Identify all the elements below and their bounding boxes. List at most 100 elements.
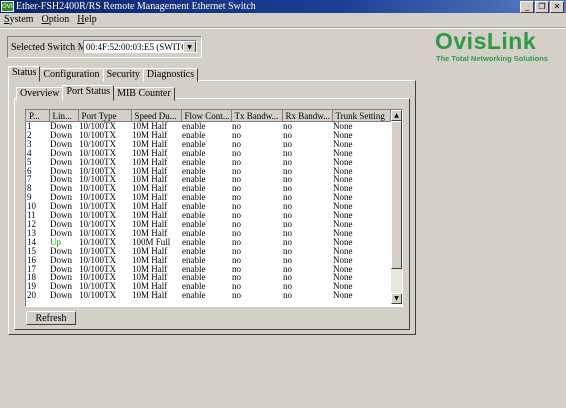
table-cell: 8 [27,184,32,194]
minimize-button[interactable]: _ [520,1,534,13]
table-cell: 10/100TX [79,184,116,194]
tab-configuration[interactable]: Configuration [39,68,104,82]
table-cell: enable [182,175,206,185]
table-row[interactable]: 17 Down 10/100TX 10M Half enable no no None [26,265,390,274]
table-cell: 10/100TX [79,264,116,274]
table-cell: Down [50,264,72,274]
col-port[interactable]: P... [26,110,50,122]
table-row[interactable]: 18 Down 10/100TX 10M Half enable no no None [26,273,390,282]
chevron-down-icon[interactable]: ▼ [183,41,196,52]
col-trunk-setting[interactable]: Trunk Setting [332,110,391,122]
tab-overview[interactable]: Overview [16,87,64,101]
table-cell: no [232,202,241,212]
table-cell: 10M Half [132,166,168,176]
table-cell: no [283,121,292,131]
table-cell: 10M Half [132,148,168,158]
table-cell: no [232,255,241,265]
table-row[interactable]: 6 Down 10/100TX 10M Half enable no no None [26,167,390,176]
tab-port-status[interactable]: Port Status [62,85,115,101]
mac-select[interactable]: 00:4F:52:00:03:E5 (SWITCH ▼ [83,40,197,53]
table-row[interactable]: 2 Down 10/100TX 10M Half enable no no None [26,131,390,140]
table-row[interactable]: 15 Down 10/100TX 10M Half enable no no None [26,247,390,256]
table-cell: Down [50,246,72,256]
table-cell: None [333,291,353,301]
table-cell: 10M Half [132,193,168,203]
tab-diagnostics[interactable]: Diagnostics [142,68,199,82]
scroll-up-icon[interactable]: ▲ [391,110,402,121]
table-cell: 10M Half [132,184,168,194]
col-link[interactable]: Lin... [49,110,79,122]
restore-button[interactable]: ❐ [535,1,549,13]
table-cell: enable [182,273,206,283]
tab-status[interactable]: Status [8,66,41,82]
table-cell: no [283,211,292,220]
col-port-type[interactable]: Port Type [78,110,132,122]
table-cell: 16 [27,255,36,265]
menu-option[interactable]: Option [41,14,69,25]
col-flow-control[interactable]: Flow Cont... [181,110,232,122]
scroll-thumb[interactable] [391,121,402,269]
logo-tagline: The Total Networking Solutions [436,54,548,63]
table-cell: no [232,264,241,274]
table-cell: no [232,291,241,301]
table-cell: Down [50,255,72,265]
table-cell: no [232,246,241,256]
scroll-down-icon[interactable]: ▼ [391,293,402,304]
table-row[interactable]: 10 Down 10/100TX 10M Half enable no no None [26,202,390,211]
table-row[interactable]: 14 Up 10/100TX 100M Full enable no no None [26,238,390,247]
table-row[interactable]: 5 Down 10/100TX 10M Half enable no no None [26,158,390,167]
table-cell: Down [50,139,72,149]
table-row[interactable]: 16 Down 10/100TX 10M Half enable no no None [26,256,390,265]
menu-system[interactable]: System [4,14,33,25]
table-cell: None [333,202,353,212]
vertical-scrollbar[interactable]: ▲ ▼ [391,110,402,304]
refresh-button[interactable]: Refresh [26,311,76,325]
table-row[interactable]: 19 Down 10/100TX 10M Half enable no no None [26,282,390,291]
table-cell: 10M Half [132,139,168,149]
table-row[interactable]: 12 Down 10/100TX 10M Half enable no no None [26,220,390,229]
title-bar: OVIS Ether-FSH2400R/RS Remote Management… [0,0,566,13]
table-cell: enable [182,264,206,274]
table-cell: 10/100TX [79,157,116,167]
table-cell: no [232,148,241,158]
tab-security[interactable]: Security [102,68,144,82]
table-cell: enable [182,202,206,212]
table-row[interactable]: 8 Down 10/100TX 10M Half enable no no None [26,184,390,193]
table-row[interactable]: 4 Down 10/100TX 10M Half enable no no None [26,149,390,158]
sub-tabs: Overview Port Status MIB Counter [16,85,175,101]
table-cell: Down [50,273,72,283]
menu-help[interactable]: Help [77,14,96,25]
table-cell: enable [182,246,206,256]
tab-mib-counter[interactable]: MIB Counter [113,87,175,101]
table-row[interactable]: 1 Down 10/100TX 10M Half enable no no None [26,122,390,131]
table-cell: Down [50,202,72,212]
table-cell: None [333,139,353,149]
table-row[interactable]: 11 Down 10/100TX 10M Half enable no no None [26,211,390,220]
table-cell: no [232,237,241,247]
table-cell: 10M Half [132,130,168,140]
col-tx-bandwidth[interactable]: Tx Bandw... [231,110,283,122]
table-cell: 10/100TX [79,139,116,149]
col-rx-bandwidth[interactable]: Rx Bandw... [282,110,333,122]
table-row[interactable]: 13 Down 10/100TX 10M Half enable no no None [26,229,390,238]
table-cell: None [333,193,353,203]
table-cell: None [333,246,353,256]
table-cell: no [283,130,292,140]
table-cell: None [333,237,353,247]
close-button[interactable]: ✕ [550,1,564,13]
table-cell: 10M Half [132,264,168,274]
table-row[interactable]: 3 Down 10/100TX 10M Half enable no no None [26,140,390,149]
table-cell: 2 [27,130,32,140]
table-cell: 10/100TX [79,282,116,292]
table-cell: 15 [27,246,36,256]
table-cell: None [333,130,353,140]
table-cell: 14 [27,237,36,247]
table-row[interactable]: 9 Down 10/100TX 10M Half enable no no None [26,193,390,202]
table-cell: 3 [27,139,32,149]
table-cell: 100M Full [132,237,171,247]
table-cell: no [283,157,292,167]
table-row[interactable]: 7 Down 10/100TX 10M Half enable no no None [26,175,390,184]
table-cell: 10M Half [132,291,168,301]
table-row[interactable]: 20 Down 10/100TX 10M Half enable no no None [26,291,390,300]
col-speed-duplex[interactable]: Speed Du... [131,110,182,122]
